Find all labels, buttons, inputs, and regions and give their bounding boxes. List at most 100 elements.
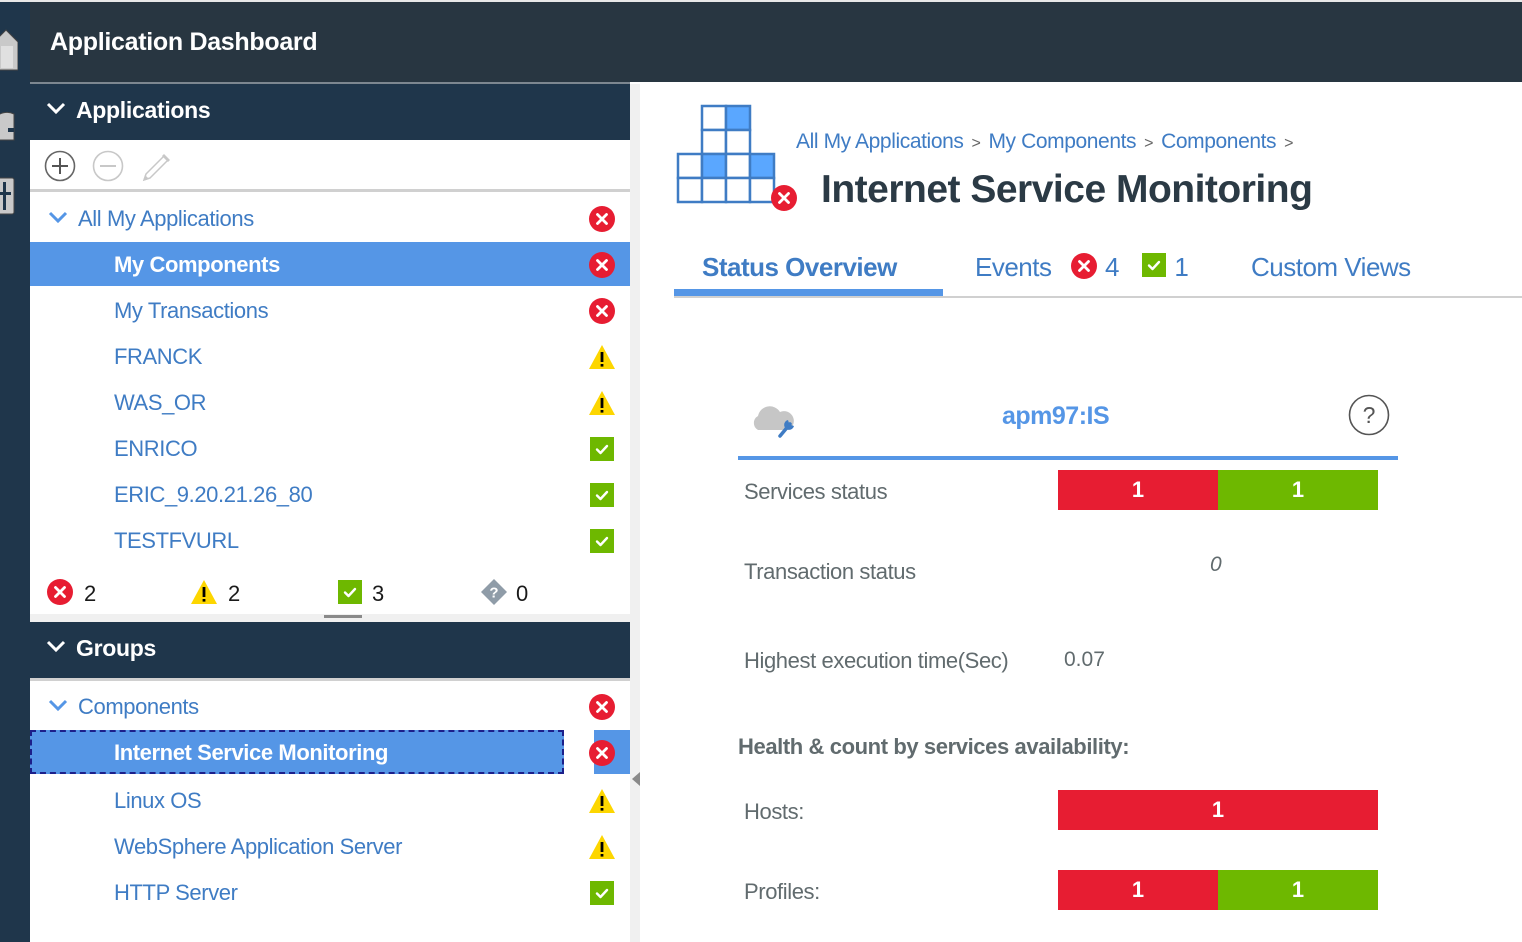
chevron-down-icon [48, 698, 68, 712]
widget-title[interactable]: apm97:IS [1002, 402, 1110, 431]
panel-splitter[interactable] [30, 614, 630, 622]
tab-events[interactable]: Events 4 1 [975, 251, 1189, 283]
tree-item-http-server[interactable]: HTTP Server [30, 868, 630, 912]
breadcrumb-link[interactable]: Components [1161, 130, 1276, 153]
critical-status-icon [1070, 252, 1098, 280]
splitter-grip[interactable] [324, 615, 362, 618]
critical-status-icon [46, 578, 74, 606]
warning-status-icon [588, 833, 616, 861]
tree-item-label: Internet Service Monitoring [114, 740, 389, 765]
vertical-splitter[interactable] [630, 84, 640, 942]
tree-item-my-components[interactable]: My Components [30, 242, 630, 286]
groups-title: Groups [76, 635, 156, 661]
navigator-panel: Applications All My Applications My Comp… [30, 84, 630, 942]
critical-status-icon [588, 739, 616, 767]
highest-exec-label: Highest execution time(Sec) [744, 648, 1009, 673]
unknown-count: 0 [516, 581, 529, 606]
edit-application-button[interactable] [140, 150, 172, 182]
health-section-title: Health & count by services availability: [738, 734, 1130, 759]
tree-item-label: My Transactions [114, 298, 269, 323]
tree-item-franck[interactable]: FRANCK [30, 334, 630, 378]
tree-item-enrico[interactable]: ENRICO [30, 426, 630, 470]
critical-segment[interactable]: 1 [1058, 470, 1218, 510]
groups-section-header[interactable]: Groups [30, 622, 630, 678]
tree-item-was-or[interactable]: WAS_OR [30, 380, 630, 424]
critical-status-icon [588, 693, 616, 721]
tree-item-label: Linux OS [114, 788, 202, 813]
remove-application-button[interactable] [92, 150, 124, 182]
breadcrumb-separator: > [1144, 135, 1154, 152]
tree-item-label: My Components [114, 252, 280, 277]
add-icon [44, 150, 76, 182]
tree-item-label: Components [78, 694, 199, 719]
selection-highlight [594, 730, 630, 774]
normal-status-icon [588, 879, 616, 907]
tree-item-label: ERIC_9.20.21.26_80 [114, 482, 313, 507]
tree-item-label: TESTFVURL [114, 528, 239, 553]
tree-item-testfvurl[interactable]: TESTFVURL [30, 518, 630, 562]
normal-status-icon [336, 578, 364, 606]
chevron-down-icon [48, 210, 68, 224]
services-status-bar[interactable]: 11 [1058, 470, 1378, 510]
unknown-status-icon [480, 578, 508, 606]
tree-item-my-transactions[interactable]: My Transactions [30, 288, 630, 332]
cloud-wrench-icon [753, 406, 794, 438]
tree-item-label: All My Applications [78, 206, 254, 231]
profiles-bar[interactable]: 11 [1058, 870, 1378, 910]
critical-status-icon [770, 184, 798, 212]
applications-title: Applications [76, 97, 211, 123]
breadcrumb-link[interactable]: All My Applications [796, 130, 964, 153]
tree-item-components[interactable]: Components [30, 684, 630, 728]
chevron-down-icon [46, 100, 66, 116]
tree-item-label: FRANCK [114, 344, 203, 369]
tree-item-internet-service-monitoring[interactable]: Internet Service Monitoring [30, 730, 564, 774]
edit-pencil-icon [142, 154, 170, 182]
svg-text:?: ? [1363, 402, 1376, 428]
active-tab-indicator [674, 289, 943, 296]
tab-custom-views[interactable]: Custom Views [1251, 252, 1411, 283]
warning-status-icon [588, 389, 616, 417]
warning-status-icon [190, 578, 218, 606]
component-group-icon [676, 104, 798, 212]
profiles-label: Profiles: [744, 879, 820, 904]
status-summary: 2 2 3 0 [30, 574, 630, 614]
tab-bar: Status Overview Events 4 1 Custom Views [674, 248, 1522, 298]
chevron-down-icon [46, 638, 66, 654]
breadcrumb-separator: > [971, 135, 981, 152]
tree-item-websphere-application-server[interactable]: WebSphere Application Server [30, 822, 630, 866]
add-application-button[interactable] [44, 150, 76, 182]
tab-status-overview[interactable]: Status Overview [702, 252, 897, 283]
remove-icon [92, 150, 124, 182]
tree-item-label: WebSphere Application Server [114, 834, 403, 859]
critical-status-icon [588, 205, 616, 233]
collapse-arrow-icon[interactable] [632, 772, 640, 786]
critical-segment[interactable]: 1 [1058, 790, 1378, 830]
tree-item-linux-os[interactable]: Linux OS [30, 776, 630, 820]
breadcrumb-link[interactable]: My Components [988, 130, 1136, 153]
normal-status-icon [588, 481, 616, 509]
tree-item-all-my-applications[interactable]: All My Applications [30, 196, 630, 240]
app-header: Application Dashboard [30, 2, 1522, 82]
home-icon[interactable] [0, 24, 19, 71]
tree-item-eric[interactable]: ERIC_9.20.21.26_80 [30, 472, 630, 516]
normal-segment[interactable]: 1 [1218, 470, 1378, 510]
normal-segment[interactable]: 1 [1218, 870, 1378, 910]
dashboard-gauge-icon[interactable] [0, 108, 18, 141]
tree-item-label: WAS_OR [114, 390, 207, 415]
hosts-label: Hosts: [744, 799, 804, 824]
critical-count: 2 [84, 581, 97, 606]
normal-status-icon [1140, 251, 1168, 279]
hosts-bar[interactable]: 1 [1058, 790, 1378, 830]
groups-divider [30, 678, 630, 681]
events-normal-count: 1 [1174, 252, 1189, 282]
transaction-status-value: 0 [1210, 553, 1222, 576]
tools-icon[interactable] [0, 174, 18, 215]
critical-segment[interactable]: 1 [1058, 870, 1218, 910]
group-widget-header: apm97:IS ? [738, 384, 1398, 460]
breadcrumb: All My Applications > My Components > Compon… [796, 130, 1301, 154]
applications-section-header[interactable]: Applications [30, 84, 630, 140]
normal-count: 3 [372, 581, 385, 606]
help-icon[interactable]: ? [1348, 394, 1390, 436]
tree-item-label: ENRICO [114, 436, 198, 461]
app-title: Application Dashboard [50, 28, 318, 56]
